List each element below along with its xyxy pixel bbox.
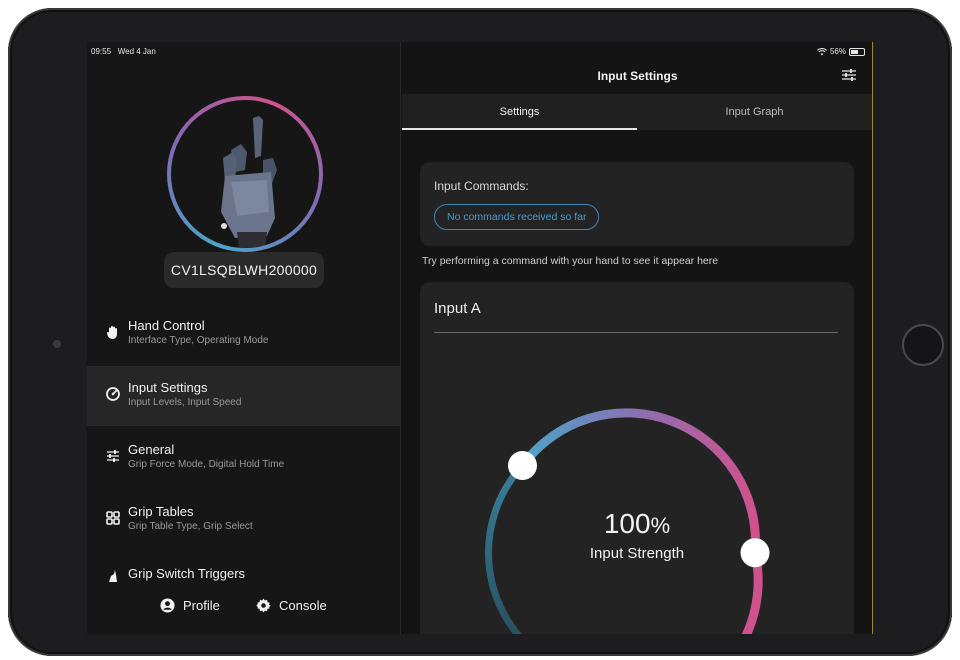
input-strength-number: 100 [603,508,651,539]
home-button[interactable] [902,324,944,366]
input-strength-label: Input Strength [589,545,685,562]
tab-input-graph[interactable]: Input Graph [637,94,872,130]
sidebar-item-title: General [128,442,175,457]
console-label: Console [279,598,327,613]
sliders-icon [107,450,119,462]
input-strength-unit: % [650,513,671,538]
input-a-card: Input A 100% Input Strength [420,282,854,634]
sidebar-item-subtitle: Input Levels, Input Speed [128,397,242,408]
profile-icon [160,598,175,613]
profile-label: Profile [183,598,220,613]
filter-icon[interactable] [841,67,857,83]
bionic-hand-image [221,116,277,248]
status-indicators: 56% [817,47,865,56]
sidebar: 09:55 Wed 4 Jan CV1LSQBLWH200000 Hand Co… [87,42,401,634]
sidebar-item-subtitle: Grip Force Mode, Digital Hold Time [128,459,285,470]
console-button[interactable]: Console [256,598,327,613]
commands-status-pill: No commands received so far [434,204,600,230]
profile-button[interactable]: Profile [160,598,220,613]
sidebar-item-title: Grip Tables [128,504,194,519]
input-strength-gauge [485,408,770,634]
app-screen: 09:55 Wed 4 Jan CV1LSQBLWH200000 Hand Co… [87,42,873,634]
status-time: 09:55 [91,47,112,56]
sidebar-item-grip-tables[interactable]: Grip Tables Grip Table Type, Grip Select [87,490,400,550]
sidebar-item-title: Hand Control [128,318,205,333]
battery-icon [849,47,865,56]
grid-icon [106,511,120,525]
front-camera [53,340,61,348]
page-title: Input Settings [597,69,678,83]
sidebar-item-subtitle: Grip Table Type, Grip Select [128,521,253,532]
sidebar-item-grip-switch-triggers[interactable]: Grip Switch Triggers [87,552,400,592]
gauge-icon [106,387,120,401]
gear-icon [256,598,271,613]
status-time-date: 09:55 Wed 4 Jan [91,47,156,56]
gauge-handle-low[interactable] [508,451,537,480]
input-strength-value: 100% [420,508,854,540]
tab-settings[interactable]: Settings [402,94,637,130]
sidebar-item-hand-control[interactable]: Hand Control Interface Type, Operating M… [87,304,400,364]
sidebar-item-general[interactable]: General Grip Force Mode, Digital Hold Ti… [87,428,400,488]
device-id-badge: CV1LSQBLWH200000 [164,252,324,288]
device-avatar [167,96,323,252]
battery-percent: 56% [829,47,846,56]
sidebar-item-input-settings[interactable]: Input Settings Input Levels, Input Speed [87,366,400,426]
input-commands-label: Input Commands: [434,179,529,193]
sidebar-item-title: Grip Switch Triggers [128,566,246,581]
hand-icon [107,326,117,339]
status-date: Wed 4 Jan [117,47,156,56]
wifi-icon [817,47,827,55]
commands-hint: Try performing a command with your hand … [422,255,719,267]
sidebar-item-subtitle: Interface Type, Operating Mode [128,335,269,346]
sidebar-item-title: Input Settings [128,380,208,395]
tab-bar: Settings Input Graph [402,94,872,130]
trigger-icon [109,570,117,582]
divider [434,332,838,333]
input-card-title: Input A [434,300,481,317]
input-commands-card: Input Commands: No commands received so … [420,162,854,246]
main-panel: 56% Input Settings Settings Input Graph … [402,42,872,634]
